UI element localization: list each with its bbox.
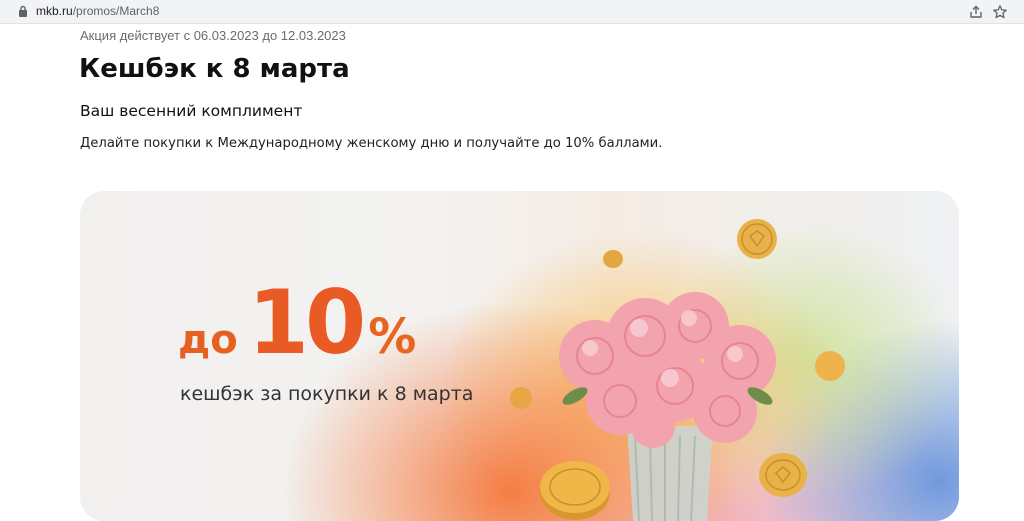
url-text[interactable]: mkb.ru/promos/March8 xyxy=(36,4,159,18)
browser-toolbar: mkb.ru/promos/March8 xyxy=(0,0,1024,24)
star-icon[interactable] xyxy=(992,4,1008,20)
url-path: /promos/March8 xyxy=(72,4,160,18)
promo-banner: до 10 % кешбэк за покупки к 8 марта xyxy=(80,191,959,521)
page-description: Делайте покупки к Международному женском… xyxy=(80,136,663,151)
lock-icon[interactable] xyxy=(18,5,28,17)
promo-prefix: до xyxy=(178,317,238,363)
promo-headline: до 10 % xyxy=(178,279,416,367)
promo-dates: Акция действует с 06.03.2023 до 12.03.20… xyxy=(80,28,346,43)
coin-image xyxy=(737,219,777,259)
share-icon[interactable] xyxy=(968,4,984,20)
promo-caption: кешбэк за покупки к 8 марта xyxy=(180,383,474,405)
coin-image xyxy=(603,250,623,268)
page-title: Кешбэк к 8 марта xyxy=(79,54,350,84)
coin-image xyxy=(510,387,532,409)
promo-percent: % xyxy=(368,309,417,365)
bouquet-image xyxy=(559,292,776,521)
address-bar[interactable]: mkb.ru/promos/March8 xyxy=(4,1,1020,21)
coin-image xyxy=(815,351,845,381)
url-host: mkb.ru xyxy=(36,4,73,18)
page-subtitle: Ваш весенний комплимент xyxy=(80,102,303,120)
promo-number: 10 xyxy=(247,271,366,374)
